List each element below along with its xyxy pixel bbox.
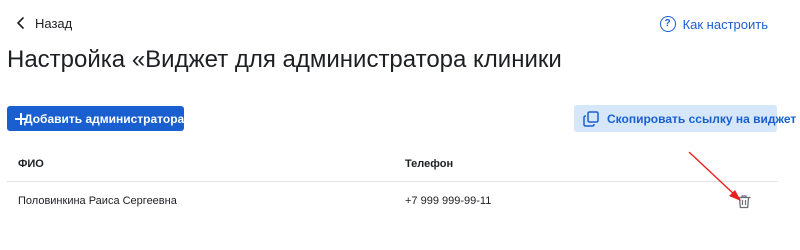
trash-icon[interactable]: [736, 193, 752, 209]
back-label: Назад: [35, 15, 73, 31]
administrator-name: Половинкина Раиса Сергеевна: [18, 195, 177, 207]
column-header-phone: Телефон: [405, 157, 454, 170]
administrator-phone: +7 999 999-99-11: [405, 195, 492, 207]
how-to-setup-link[interactable]: ? Как настроить: [659, 13, 768, 35]
copy-widget-link-button[interactable]: Скопировать ссылку на виджет: [574, 105, 796, 132]
add-administrator-button[interactable]: Добавить администратора: [7, 106, 184, 131]
table-header: ФИО Телефон: [7, 146, 778, 182]
question-circle-icon: ?: [659, 16, 676, 32]
column-header-name: ФИО: [18, 157, 44, 170]
copy-icon: [583, 110, 599, 127]
add-administrator-label: Добавить администратора: [24, 111, 185, 126]
table-row: Половинкина Раиса Сергеевна +7 999 999-9…: [7, 182, 778, 220]
chevron-left-icon: [14, 16, 28, 30]
copy-widget-link-label: Скопировать ссылку на виджет: [607, 111, 797, 126]
administrators-table: ФИО Телефон Половинкина Раиса Сергеевна …: [7, 146, 778, 220]
page-title: Настройка «Виджет для администратора кли…: [7, 46, 562, 73]
how-to-setup-label: Как настроить: [682, 16, 768, 32]
back-link[interactable]: Назад: [14, 12, 72, 34]
